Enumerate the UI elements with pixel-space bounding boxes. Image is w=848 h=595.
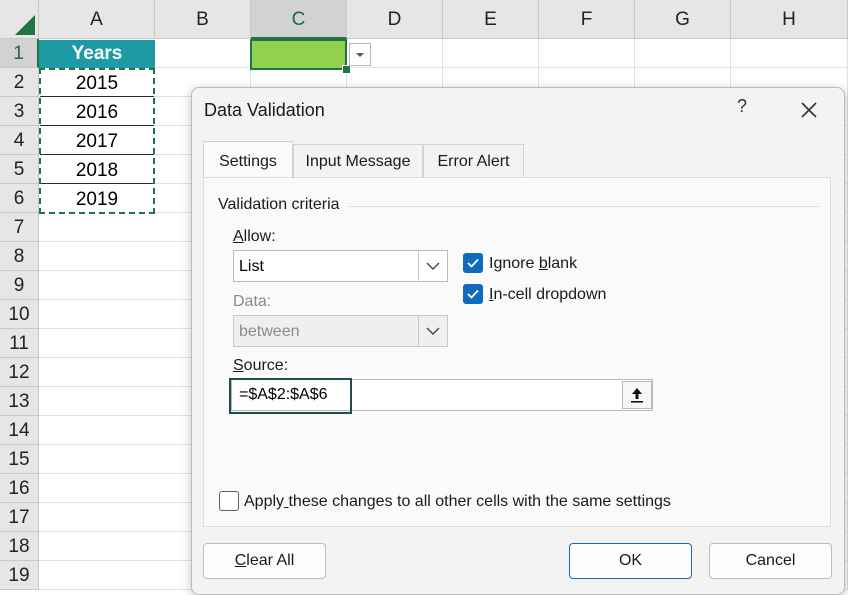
- data-select: between: [233, 315, 448, 347]
- row-header-6[interactable]: 6: [0, 184, 39, 213]
- ignore-blank-label: Ignore blank: [489, 255, 577, 273]
- apply-all-label: Apply these changes to all other cells w…: [244, 493, 671, 511]
- tab-error-alert[interactable]: Error Alert: [423, 144, 524, 178]
- column-header-g[interactable]: G: [635, 0, 731, 39]
- column-header-a[interactable]: A: [39, 0, 155, 39]
- row-header-9[interactable]: 9: [0, 271, 39, 300]
- column-header-d[interactable]: D: [347, 0, 443, 39]
- clear-all-button[interactable]: Clear All: [203, 543, 326, 579]
- source-focus-outline: =$A$2:$A$6: [229, 378, 352, 414]
- tab-input-message[interactable]: Input Message: [293, 144, 423, 178]
- row-header-14[interactable]: 14: [0, 416, 39, 445]
- select-all-corner[interactable]: [0, 0, 39, 39]
- source-value: =$A$2:$A$6: [239, 386, 328, 404]
- column-header-f[interactable]: F: [539, 0, 635, 39]
- cell-dropdown-button[interactable]: [349, 43, 371, 66]
- select-all-icon: [15, 15, 35, 35]
- allow-select[interactable]: List: [233, 250, 448, 282]
- copy-selection-outline: [39, 68, 155, 214]
- dropdown-arrow-icon: [350, 44, 370, 65]
- source-label: Source:: [233, 357, 288, 375]
- row-header-8[interactable]: 8: [0, 242, 39, 271]
- chevron-down-icon[interactable]: [418, 251, 447, 281]
- ignore-blank-checkbox[interactable]: [463, 253, 483, 273]
- column-header-h[interactable]: H: [731, 0, 848, 39]
- close-icon[interactable]: [792, 93, 826, 127]
- row-header-11[interactable]: 11: [0, 329, 39, 358]
- row-header-16[interactable]: 16: [0, 474, 39, 503]
- row-header-17[interactable]: 17: [0, 503, 39, 532]
- data-validation-dialog: Data Validation ? Settings Input Message…: [191, 87, 845, 595]
- column-header-e[interactable]: E: [443, 0, 539, 39]
- help-button[interactable]: ?: [732, 96, 752, 117]
- allow-label: Allow:: [233, 228, 276, 246]
- selected-cell-c1[interactable]: [250, 39, 347, 70]
- years-header-cell[interactable]: Years: [39, 40, 155, 68]
- in-cell-dropdown-label: In-cell dropdown: [489, 286, 606, 304]
- cancel-button[interactable]: Cancel: [709, 543, 832, 579]
- in-cell-dropdown-checkbox[interactable]: [463, 284, 483, 304]
- row-header-12[interactable]: 12: [0, 358, 39, 387]
- row-header-13[interactable]: 13: [0, 387, 39, 416]
- section-divider: [349, 206, 819, 207]
- column-header-c[interactable]: C: [251, 0, 347, 39]
- tab-settings[interactable]: Settings: [203, 141, 293, 179]
- row-header-1[interactable]: 1: [0, 39, 39, 68]
- row-header-7[interactable]: 7: [0, 213, 39, 242]
- settings-panel: Validation criteria Allow: List Ignore b…: [203, 177, 831, 527]
- row-header-3[interactable]: 3: [0, 97, 39, 126]
- collapse-dialog-button[interactable]: [622, 381, 652, 409]
- section-heading: Validation criteria: [218, 196, 340, 214]
- row-header-4[interactable]: 4: [0, 126, 39, 155]
- dialog-title: Data Validation: [204, 100, 325, 121]
- ok-button[interactable]: OK: [569, 543, 692, 579]
- chevron-down-icon: [418, 316, 447, 346]
- row-header-19[interactable]: 19: [0, 561, 39, 590]
- data-value: between: [239, 323, 300, 341]
- gridline: [39, 67, 848, 68]
- row-header-18[interactable]: 18: [0, 532, 39, 561]
- row-header-15[interactable]: 15: [0, 445, 39, 474]
- row-header-10[interactable]: 10: [0, 300, 39, 329]
- row-header-2[interactable]: 2: [0, 68, 39, 97]
- allow-value: List: [239, 258, 264, 276]
- row-header-5[interactable]: 5: [0, 155, 39, 184]
- column-header-b[interactable]: B: [155, 0, 251, 39]
- apply-all-checkbox[interactable]: [219, 491, 239, 511]
- data-label: Data:: [233, 293, 271, 311]
